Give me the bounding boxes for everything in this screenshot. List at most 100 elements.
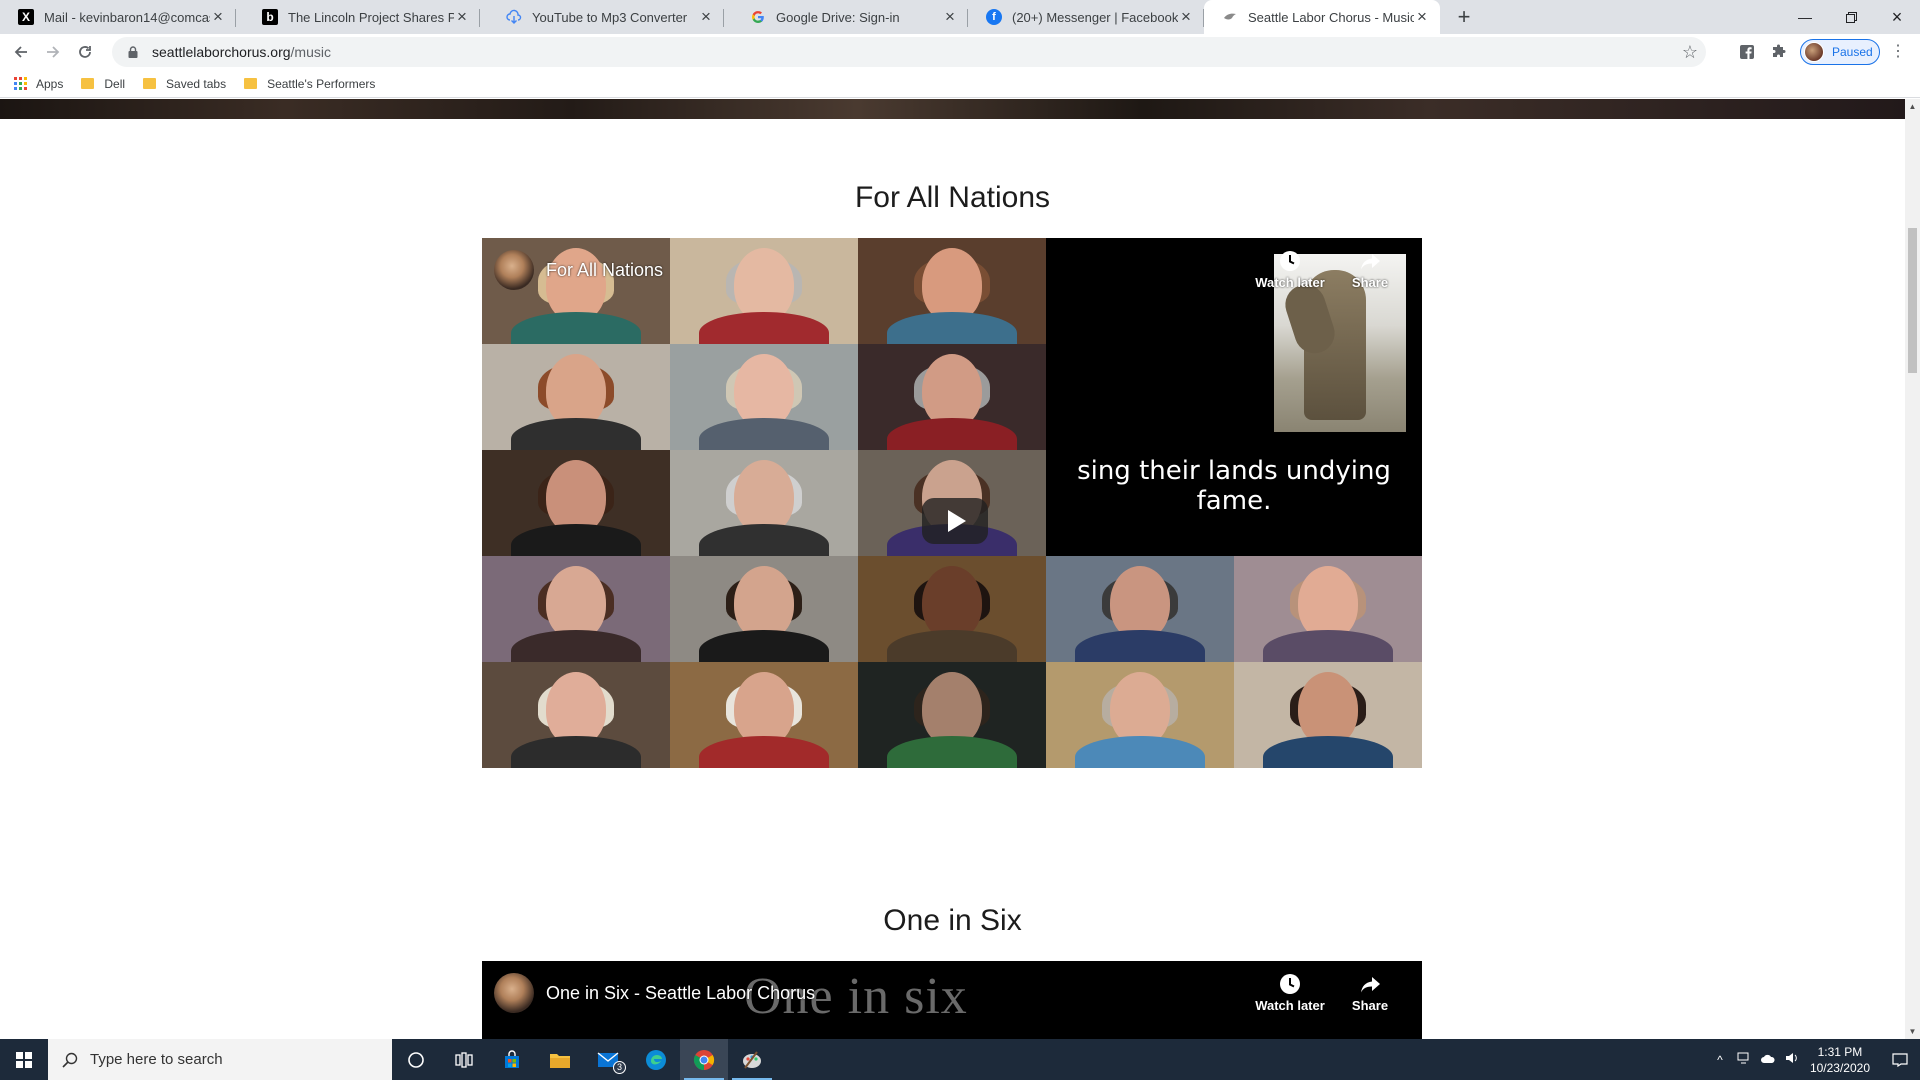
bookmark-label: Seattle's Performers xyxy=(267,76,376,91)
cloud-download-icon xyxy=(506,9,522,25)
task-view-icon xyxy=(455,1051,473,1068)
play-button[interactable] xyxy=(922,498,988,544)
singer-tile xyxy=(858,662,1046,768)
back-button[interactable] xyxy=(6,37,36,67)
tab-title: Mail - kevinbaron14@comcast.net xyxy=(44,9,210,25)
video-header[interactable]: For All Nations xyxy=(494,250,663,290)
page-viewport: For All Nations sing their lands undying… xyxy=(0,99,1905,1039)
tab-title: (20+) Messenger | Facebook xyxy=(1012,9,1178,25)
channel-avatar[interactable] xyxy=(494,250,534,290)
scroll-down-arrow-icon[interactable]: ▼ xyxy=(1905,1024,1920,1039)
close-tab-icon[interactable]: × xyxy=(454,8,470,25)
address-bar[interactable]: seattlelaborchorus.org/music ☆ xyxy=(112,37,1706,67)
file-explorer-button[interactable] xyxy=(536,1039,584,1080)
lock-icon[interactable] xyxy=(126,45,140,59)
tab-lincoln-project[interactable]: b The Lincoln Project Shares Power × xyxy=(244,0,480,34)
chrome-menu-icon[interactable]: ⋮ xyxy=(1890,41,1906,63)
watch-later-button[interactable]: Watch later xyxy=(1254,250,1326,290)
channel-avatar[interactable] xyxy=(494,973,534,1013)
close-tab-icon[interactable]: × xyxy=(1414,8,1430,25)
section-heading-one-in-six: One in Six xyxy=(883,904,1022,937)
clock-date: 10/23/2020 xyxy=(1809,1060,1870,1075)
video-header[interactable]: One in Six - Seattle Labor Chorus xyxy=(494,973,815,1013)
singer-tile xyxy=(670,238,858,344)
restore-button[interactable] xyxy=(1828,0,1874,34)
singer-tile xyxy=(482,556,670,662)
close-tab-icon[interactable]: × xyxy=(698,8,714,25)
tab-messenger-facebook[interactable]: f (20+) Messenger | Facebook × xyxy=(968,0,1204,34)
scrollbar-thumb[interactable] xyxy=(1908,228,1917,373)
extension-facebook-icon[interactable] xyxy=(1736,41,1758,63)
search-icon xyxy=(62,1052,78,1068)
taskbar-clock[interactable]: 1:31 PM 10/23/2020 xyxy=(1810,1044,1870,1076)
share-button[interactable]: Share xyxy=(1334,250,1406,290)
video-player-for-all-nations[interactable]: sing their lands undying fame. For All N… xyxy=(482,238,1422,768)
bookmark-folder-dell[interactable]: Dell xyxy=(81,77,125,91)
profile-button[interactable]: Paused xyxy=(1800,39,1880,65)
video-title[interactable]: One in Six - Seattle Labor Chorus xyxy=(546,983,815,1004)
singer-tile xyxy=(858,238,1046,344)
scroll-up-arrow-icon[interactable]: ▲ xyxy=(1905,99,1920,114)
forward-button[interactable] xyxy=(38,37,68,67)
reload-button[interactable] xyxy=(70,37,100,67)
singer-tile xyxy=(482,662,670,768)
show-hidden-icons-chevron-icon[interactable]: ^ xyxy=(1708,1053,1732,1067)
video-player-one-in-six[interactable]: One in six One in Six - Seattle Labor Ch… xyxy=(482,961,1422,1039)
tab-divider xyxy=(235,9,236,27)
windows-taskbar: Type here to search 3 ^ 1:31 PM 10/23/20… xyxy=(0,1039,1920,1080)
share-button[interactable]: Share xyxy=(1334,973,1406,1013)
close-tab-icon[interactable]: × xyxy=(942,8,958,25)
paint-app-button[interactable] xyxy=(728,1039,776,1080)
network-icon[interactable] xyxy=(1732,1052,1756,1067)
tab-mail[interactable]: X Mail - kevinbaron14@comcast.net × xyxy=(0,0,236,34)
action-center-button[interactable] xyxy=(1880,1039,1920,1080)
cortana-button[interactable] xyxy=(392,1039,440,1080)
chrome-button[interactable] xyxy=(680,1039,728,1080)
close-window-button[interactable]: × xyxy=(1874,0,1920,34)
onedrive-cloud-icon[interactable] xyxy=(1756,1053,1780,1067)
bookmark-folder-saved-tabs[interactable]: Saved tabs xyxy=(143,77,226,91)
volume-speaker-icon[interactable] xyxy=(1780,1052,1804,1067)
microsoft-store-button[interactable] xyxy=(488,1039,536,1080)
folder-icon xyxy=(143,78,157,89)
tab-google-drive[interactable]: Google Drive: Sign-in × xyxy=(732,0,968,34)
tab-youtube-mp3[interactable]: YouTube to Mp3 Converter × xyxy=(488,0,724,34)
close-tab-icon[interactable]: × xyxy=(210,8,226,25)
folder-icon xyxy=(244,78,258,89)
mail-unread-badge: 3 xyxy=(613,1061,626,1074)
b-icon: b xyxy=(262,9,278,25)
hero-image-bottom-edge xyxy=(0,99,1905,119)
start-button[interactable] xyxy=(0,1039,48,1080)
watch-later-button[interactable]: Watch later xyxy=(1254,973,1326,1013)
lyric-text: sing their lands undying fame. xyxy=(1077,456,1391,516)
bookmark-star-icon[interactable]: ☆ xyxy=(1682,42,1698,63)
url-path: /music xyxy=(290,44,331,60)
browser-toolbar: seattlelaborchorus.org/music ☆ Paused ⋮ xyxy=(0,34,1920,70)
new-tab-button[interactable]: + xyxy=(1452,6,1476,30)
bookmark-label: Apps xyxy=(36,76,64,91)
page-scrollbar[interactable]: ▲ ▼ xyxy=(1905,99,1920,1039)
mail-button[interactable]: 3 xyxy=(584,1039,632,1080)
share-arrow-icon xyxy=(1361,254,1380,270)
windows-logo-icon xyxy=(16,1051,32,1068)
share-arrow-icon xyxy=(1361,977,1380,993)
bird-icon xyxy=(1222,9,1238,25)
bookmark-apps[interactable]: Apps xyxy=(14,77,63,91)
singer-tile xyxy=(1234,556,1422,662)
tab-title: The Lincoln Project Shares Power xyxy=(288,9,454,25)
edge-button[interactable] xyxy=(632,1039,680,1080)
play-icon xyxy=(948,510,966,532)
extensions-puzzle-icon[interactable] xyxy=(1768,41,1790,63)
bookmark-folder-seattles-performers[interactable]: Seattle's Performers xyxy=(244,77,375,91)
close-tab-icon[interactable]: × xyxy=(1178,8,1194,25)
task-view-button[interactable] xyxy=(440,1039,488,1080)
singer-tile xyxy=(1046,556,1234,662)
video-title[interactable]: For All Nations xyxy=(546,260,663,281)
tab-seattle-labor-chorus[interactable]: Seattle Labor Chorus - Music × xyxy=(1204,0,1440,34)
url-text: seattlelaborchorus.org/music xyxy=(152,44,331,60)
minimize-button[interactable]: — xyxy=(1782,0,1828,34)
reload-icon xyxy=(79,46,91,58)
taskbar-search-box[interactable]: Type here to search xyxy=(48,1039,392,1080)
folder-icon xyxy=(550,1053,570,1068)
watch-later-label: Watch later xyxy=(1255,275,1325,290)
